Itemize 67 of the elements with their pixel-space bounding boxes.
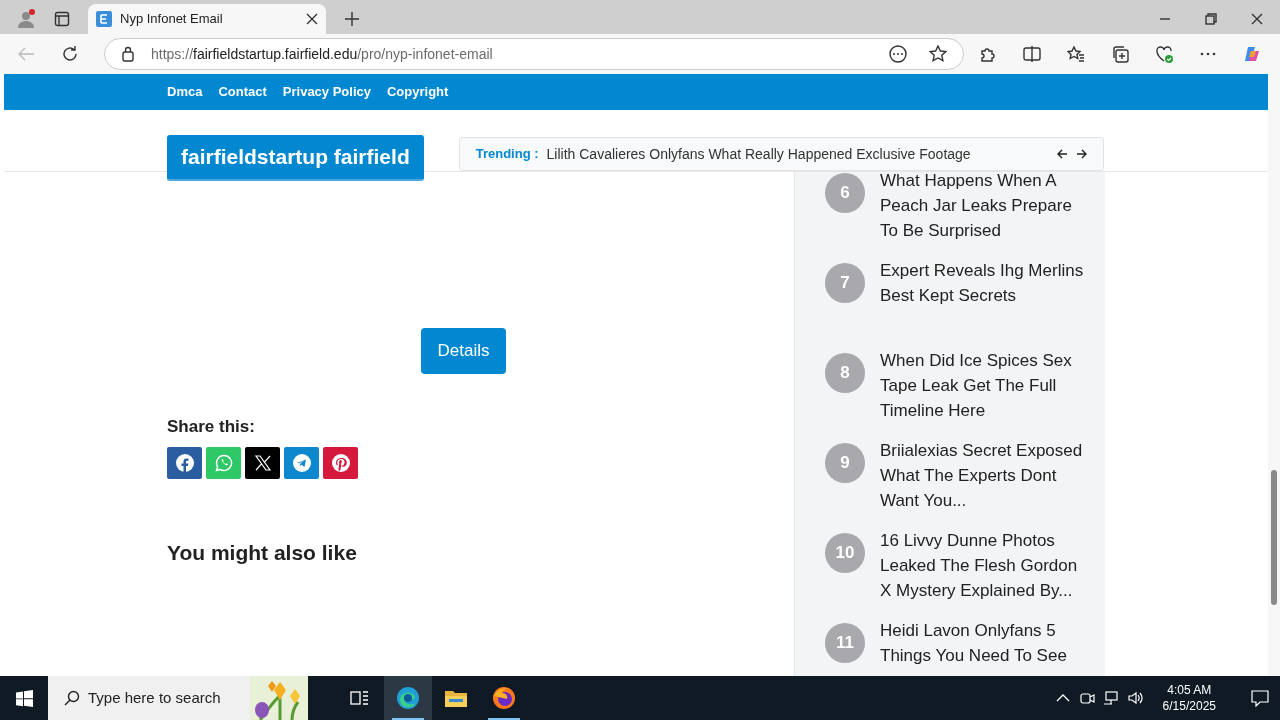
notification-icon[interactable] <box>1251 689 1269 707</box>
share-button[interactable] <box>245 447 280 479</box>
taskbar-app-button[interactable] <box>384 676 432 720</box>
facebook-icon <box>175 454 194 472</box>
nav-link[interactable]: Copyright <box>387 82 449 102</box>
section-heading: You might also like <box>167 540 358 566</box>
browser-tab[interactable]: Nyp Infonet Email <box>88 4 326 34</box>
article-link[interactable]: 16 Livvy Dunne Photos Leaked The Flesh Gordon X Mystery Explained By... <box>880 528 1090 603</box>
url-text: https://fairfieldstartup.fairfield.edu/pro/nyp-infonet-email <box>151 44 494 64</box>
search-icon <box>64 690 80 706</box>
camera-icon[interactable] <box>1078 690 1095 706</box>
rank-number: 11 <box>825 623 865 663</box>
article-link[interactable]: Heidi Lavon Onlyfans 5 Things You Need To See <box>880 618 1090 668</box>
collections-icon[interactable] <box>1111 45 1129 63</box>
previous-arrow-icon[interactable] <box>1056 149 1068 159</box>
scrollbar-thumb[interactable] <box>1271 470 1277 605</box>
article-link[interactable]: When Did Ice Spices Sex Tape Leak Get The Full Timeline Here <box>880 348 1090 423</box>
close-icon[interactable] <box>1251 13 1263 25</box>
x-logo-icon <box>253 454 272 472</box>
back-icon <box>17 46 35 62</box>
article-link[interactable]: Briialexias Secret Exposed What The Experts Dont Want You... <box>880 438 1090 513</box>
more-options-icon[interactable] <box>889 45 907 63</box>
health-icon[interactable] <box>1155 45 1173 63</box>
flower-icon <box>250 676 308 720</box>
details-button[interactable]: Details <box>420 328 507 374</box>
tab-actions-icon[interactable] <box>54 11 70 27</box>
taskbar-search-field[interactable]: Type here to search <box>48 676 308 720</box>
telegram-icon <box>292 454 311 472</box>
extensions-icon[interactable] <box>979 45 997 63</box>
site-favicon <box>96 11 112 27</box>
nav-link[interactable]: Dmca <box>167 82 203 102</box>
firefox-icon <box>492 686 516 710</box>
nav-link[interactable]: Privacy Policy <box>282 82 371 102</box>
copilot-icon[interactable] <box>1243 45 1261 63</box>
edge-browser-icon <box>396 686 420 710</box>
rank-number: 8 <box>825 353 865 393</box>
windows-start-icon[interactable] <box>15 689 33 707</box>
address-bar[interactable]: https://fairfieldstartup.fairfield.edu/pro/nyp-infonet-email <box>104 38 964 70</box>
task-view-icon <box>350 690 370 706</box>
article-link[interactable]: Expert Reveals Ihg Merlins Best Kept Secrets <box>880 258 1090 308</box>
network-icon[interactable] <box>1102 690 1119 706</box>
favorite-star-icon[interactable] <box>929 45 947 63</box>
close-icon[interactable] <box>306 13 318 25</box>
volume-icon[interactable] <box>1126 690 1143 706</box>
pinterest-icon <box>331 454 350 472</box>
taskbar-clock[interactable]: 4:05 AM 6/15/2025 <box>1154 682 1224 714</box>
rank-number: 9 <box>825 443 865 483</box>
new-tab-icon[interactable] <box>344 11 360 27</box>
chat-bubble-icon <box>214 454 233 472</box>
rank-number: 6 <box>825 173 865 213</box>
share-heading: Share this: <box>167 415 256 438</box>
site-logo[interactable]: fairfieldstartup fairfield <box>167 135 424 181</box>
restore-icon[interactable] <box>1205 13 1217 25</box>
rank-number: 7 <box>825 263 865 303</box>
trending-headline[interactable]: Lilith Cavalieres Onlyfans What Really Happened Exclusive Footage <box>546 143 1057 165</box>
next-arrow-icon[interactable] <box>1075 149 1087 159</box>
refresh-icon[interactable] <box>61 45 79 63</box>
search-placeholder: Type here to search <box>88 687 222 708</box>
share-button[interactable] <box>167 447 202 479</box>
split-screen-icon[interactable] <box>1023 45 1041 63</box>
lock-icon <box>121 46 135 62</box>
profile-icon[interactable] <box>16 9 36 29</box>
trending-label: Trending : <box>475 145 539 164</box>
article-link[interactable]: What Happens When A Peach Jar Leaks Prepare To Be Surprised <box>880 172 1090 243</box>
favorites-icon[interactable] <box>1067 45 1085 63</box>
rank-number: 10 <box>825 533 865 573</box>
nav-link[interactable]: Contact <box>218 82 267 102</box>
